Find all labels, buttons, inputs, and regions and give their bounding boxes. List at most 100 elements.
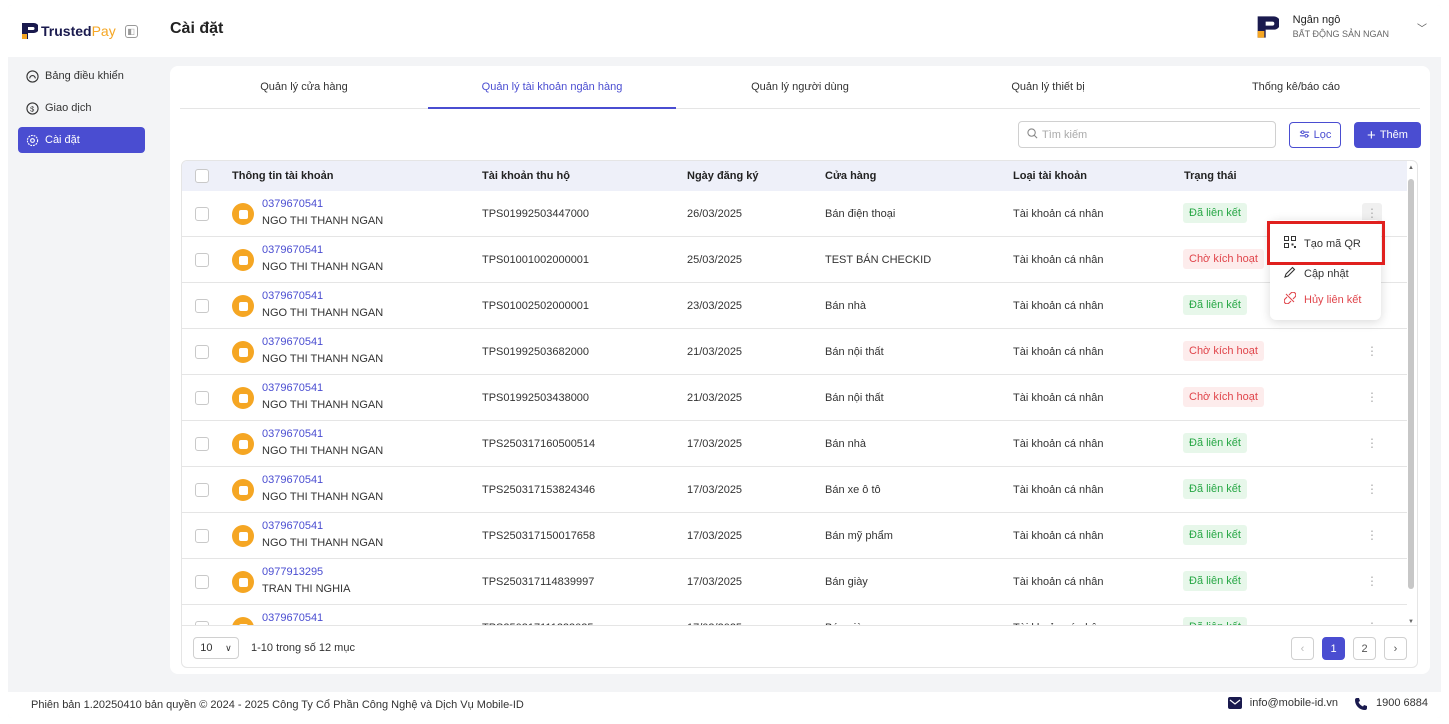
header-store: Cửa hàng: [825, 170, 877, 182]
table-row[interactable]: 0379670541 NGO THI THANH NGAN TPS019925036…: [182, 329, 1407, 375]
sidebar-item-dashboard[interactable]: Bảng điều khiển: [18, 63, 145, 89]
menu-item-update[interactable]: Cập nhật: [1284, 266, 1349, 281]
table-row[interactable]: 0379670541 NGO THI THANH NGAN TPS010010020…: [182, 237, 1407, 283]
register-date: 26/03/2025: [687, 208, 743, 220]
bank-logo-icon: [232, 525, 254, 547]
table-row[interactable]: 0379670541 NGO THI THANH NGAN TPS019925034…: [182, 375, 1407, 421]
collect-account: TPS01001002000001: [482, 254, 590, 266]
page-footer: Phiên bản 1.20250410 bản quyền © 2024 - …: [8, 692, 1441, 718]
account-phone[interactable]: 0379670541: [262, 428, 323, 440]
account-type: Tài khoản cá nhân: [1013, 438, 1104, 450]
user-menu[interactable]: Ngân ngô BẤT ĐỘNG SẢN NGAN ﹀: [1255, 13, 1427, 41]
status-badge: Đã liên kết: [1183, 571, 1247, 591]
contact-email[interactable]: info@mobile-id.vn: [1250, 697, 1338, 709]
row-checkbox[interactable]: [195, 299, 209, 313]
table-footer: 10 ∨ 1-10 trong số 12 mục ‹ 1 2 ›: [182, 625, 1417, 667]
scroll-thumb[interactable]: [1408, 179, 1414, 589]
account-phone[interactable]: 0379670541: [262, 244, 323, 256]
accounts-table: Thông tin tài khoản Tài khoản thu hộ Ngà…: [181, 160, 1418, 668]
add-button[interactable]: + Thêm: [1354, 122, 1421, 148]
next-page-button[interactable]: ›: [1384, 637, 1407, 660]
dashboard-icon: [25, 69, 39, 83]
table-row[interactable]: 0379670541 NGO THI THANH NGAN TPS250317153…: [182, 467, 1407, 513]
tab-reports[interactable]: Thống kê/báo cáo: [1172, 66, 1420, 108]
table-row[interactable]: 0379670541 NGO THI THANH NGAN TPS250317160…: [182, 421, 1407, 467]
more-actions-icon[interactable]: ⋮: [1362, 525, 1382, 545]
sidebar-collapse-icon[interactable]: ◧: [124, 24, 138, 38]
logo[interactable]: TrustedPay ◧: [20, 22, 138, 40]
table-header: Thông tin tài khoản Tài khoản thu hộ Ngà…: [182, 161, 1407, 191]
row-checkbox[interactable]: [195, 437, 209, 451]
account-phone[interactable]: 0379670541: [262, 520, 323, 532]
row-checkbox[interactable]: [195, 207, 209, 221]
row-checkbox[interactable]: [195, 391, 209, 405]
select-all-checkbox[interactable]: [195, 169, 209, 183]
scroll-up-icon[interactable]: ▲: [1407, 165, 1415, 171]
page-button-2[interactable]: 2: [1353, 637, 1376, 660]
phone-icon: [1354, 697, 1368, 710]
search-input[interactable]: Tìm kiếm: [1018, 121, 1276, 148]
account-type: Tài khoản cá nhân: [1013, 300, 1104, 312]
table-row[interactable]: 0379670541 NGO THI THANH NGAN TPS010025020…: [182, 283, 1407, 329]
more-actions-icon[interactable]: ⋮: [1362, 433, 1382, 453]
search-icon: [1027, 127, 1038, 142]
collect-account: TPS01002502000001: [482, 300, 590, 312]
unlink-icon: [1283, 291, 1297, 307]
logo-mark-icon: [20, 22, 39, 40]
tab-users[interactable]: Quản lý người dùng: [676, 66, 924, 108]
store-name: Bán điện thoại: [825, 208, 896, 220]
account-phone[interactable]: 0379670541: [262, 290, 323, 302]
page-button-1[interactable]: 1: [1322, 637, 1345, 660]
prev-page-button[interactable]: ‹: [1291, 637, 1314, 660]
more-actions-icon[interactable]: ⋮: [1362, 341, 1382, 361]
account-name: NGO THI THANH NGAN: [262, 491, 384, 503]
user-org: BẤT ĐỘNG SẢN NGAN: [1292, 29, 1389, 39]
collect-account: TPS250317114839997: [482, 576, 595, 588]
table-row[interactable]: 0379670541 NGO THI THANH NGAN TPS019925034…: [182, 191, 1407, 237]
row-checkbox[interactable]: [195, 575, 209, 589]
table-row[interactable]: 0977913295 TRAN THI NGHIA TPS2503171148399…: [182, 559, 1407, 605]
account-phone[interactable]: 0379670541: [262, 612, 323, 624]
copyright-text: Phiên bản 1.20250410 bản quyền © 2024 - …: [31, 699, 524, 711]
mail-icon: [1227, 697, 1242, 709]
transaction-icon: $: [25, 101, 39, 115]
table-row[interactable]: 0379670541NGO THI THANH NGANTPS250317111…: [182, 605, 1407, 625]
more-actions-icon[interactable]: ⋮: [1362, 571, 1382, 591]
app-frame: TrustedPay ◧ Cài đặt Ngân ngô BẤT ĐỘNG S…: [8, 5, 1441, 718]
tab-devices[interactable]: Quản lý thiết bị: [924, 66, 1172, 108]
row-checkbox[interactable]: [195, 253, 209, 267]
sidebar-item-settings[interactable]: Cài đặt: [18, 127, 145, 153]
header-account-type: Loại tài khoản: [1013, 170, 1087, 182]
account-phone[interactable]: 0379670541: [262, 198, 323, 210]
account-name: TRAN THI NGHIA: [262, 583, 351, 595]
pencil-icon: [1284, 266, 1296, 281]
account-phone[interactable]: 0379670541: [262, 474, 323, 486]
status-badge: Đã liên kết: [1183, 295, 1247, 315]
row-checkbox[interactable]: [195, 345, 209, 359]
tab-bank-accounts[interactable]: Quản lý tài khoản ngân hàng: [428, 66, 676, 109]
page-size-select[interactable]: 10 ∨: [193, 637, 239, 659]
table-row[interactable]: 0379670541 NGO THI THANH NGAN TPS250317150…: [182, 513, 1407, 559]
row-checkbox[interactable]: [195, 483, 209, 497]
menu-item-unlink[interactable]: Hủy liên kết: [1283, 291, 1361, 307]
more-actions-icon[interactable]: ⋮: [1362, 479, 1382, 499]
more-actions-icon[interactable]: ⋮: [1362, 617, 1382, 625]
sidebar-item-transactions[interactable]: $ Giao dịch: [18, 95, 145, 121]
tab-stores[interactable]: Quản lý cửa hàng: [180, 66, 428, 108]
more-actions-icon[interactable]: ⋮: [1362, 387, 1382, 407]
menu-item-label: Cập nhật: [1304, 267, 1349, 280]
account-phone[interactable]: 0379670541: [262, 382, 323, 394]
account-phone[interactable]: 0379670541: [262, 336, 323, 348]
table-scrollbar[interactable]: ▲ ▼: [1407, 165, 1415, 625]
filter-button[interactable]: Lọc: [1289, 122, 1341, 148]
collect-account: TPS01992503438000: [482, 392, 590, 404]
store-name: Bán nội thất: [825, 346, 884, 358]
account-name: NGO THI THANH NGAN: [262, 353, 384, 365]
row-checkbox[interactable]: [195, 529, 209, 543]
store-name: Bán giày: [825, 576, 868, 588]
chevron-down-icon[interactable]: ﹀: [1417, 20, 1427, 35]
account-phone[interactable]: 0977913295: [262, 566, 323, 578]
contact-phone[interactable]: 1900 6884: [1376, 697, 1428, 709]
bank-logo-icon: [232, 387, 254, 409]
bank-logo-icon: [232, 249, 254, 271]
